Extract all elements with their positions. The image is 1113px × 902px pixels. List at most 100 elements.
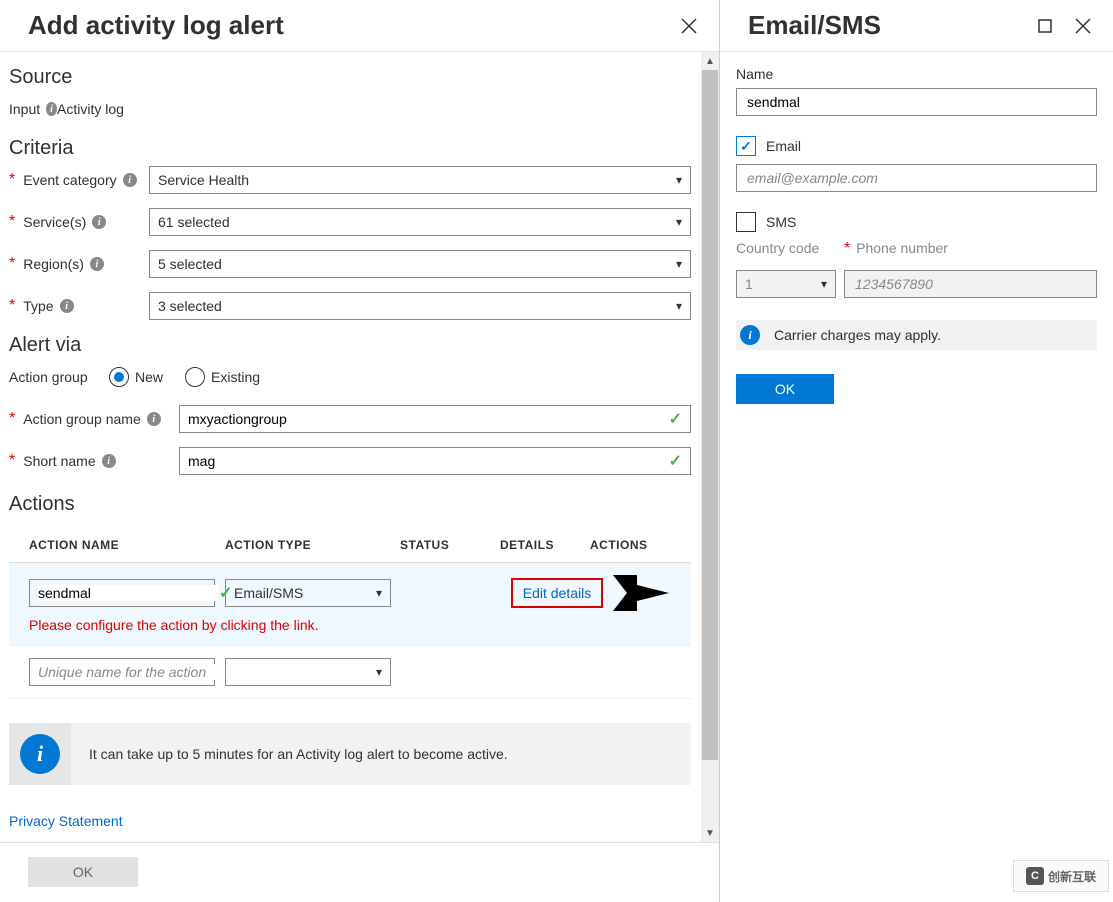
scrollbar-thumb[interactable] [702,70,718,760]
link-text: Edit details [523,585,591,601]
chevron-down-icon: ▾ [676,299,682,313]
services-select[interactable]: 61 selected ▾ [149,208,691,236]
chevron-down-icon: ▾ [821,277,827,291]
radio-new[interactable]: New [109,367,163,387]
event-category-select[interactable]: Service Health ▾ [149,166,691,194]
maximize-icon[interactable] [1033,14,1057,38]
alert-via-heading: Alert via [9,334,691,357]
chevron-down-icon: ▾ [676,173,682,187]
radio-icon [185,367,205,387]
info-icon[interactable]: i [147,412,161,426]
text-input[interactable] [38,585,219,601]
type-label: Type [23,298,53,314]
name-label: Name [736,66,1097,82]
action-name-input[interactable] [29,658,215,686]
text-input[interactable] [188,453,669,469]
info-icon[interactable]: i [90,257,104,271]
required-indicator: * [9,255,15,273]
action-group-name-input[interactable]: ✓ [179,405,691,433]
close-icon[interactable] [677,14,701,38]
info-icon: i [740,325,760,345]
select-value: 61 selected [158,214,230,230]
services-label: Service(s) [23,214,86,230]
text-input[interactable] [188,411,669,427]
actions-heading: Actions [9,493,691,516]
header-details: DETAILS [500,538,590,552]
left-panel-footer: OK [0,842,719,902]
carrier-info-text: Carrier charges may apply. [764,327,941,343]
right-panel-title: Email/SMS [748,10,881,41]
radio-existing[interactable]: Existing [185,367,260,387]
criteria-heading: Criteria [9,137,691,160]
close-icon[interactable] [1071,14,1095,38]
required-indicator: * [9,171,15,189]
phone-number-input [844,270,1097,298]
action-group-label: Action group [9,369,88,385]
regions-select[interactable]: 5 selected ▾ [149,250,691,278]
country-code-label: Country code [736,240,836,258]
regions-label: Region(s) [23,256,84,272]
phone-number-label: Phone number [856,240,948,256]
info-banner-icon-box: i [9,723,71,785]
info-icon[interactable]: i [60,299,74,313]
info-icon[interactable]: i [102,454,116,468]
action-group-name-label: Action group name [23,411,141,427]
ok-button-disabled[interactable]: OK [28,857,138,887]
email-checkbox[interactable] [736,136,756,156]
required-indicator: * [9,410,15,428]
chevron-down-icon: ▾ [676,215,682,229]
action-type-select[interactable]: Email/SMS ▾ [225,579,391,607]
scroll-up-icon[interactable]: ▲ [701,52,719,70]
header-action-type: ACTION TYPE [225,538,400,552]
name-input[interactable] [736,88,1097,116]
carrier-info-banner: i Carrier charges may apply. [736,320,1097,350]
required-indicator: * [844,240,850,257]
sms-checkbox[interactable] [736,212,756,232]
input-value: Activity log [57,101,124,117]
radio-icon [109,367,129,387]
header-status: STATUS [400,538,500,552]
logo-icon: C [1026,867,1044,885]
required-indicator: * [9,297,15,315]
action-type-select[interactable]: ▾ [225,658,391,686]
sms-label: SMS [766,214,796,230]
action-warning-text: Please configure the action by clicking … [29,617,681,633]
left-panel-title: Add activity log alert [28,10,284,41]
info-banner: i It can take up to 5 minutes for an Act… [9,723,691,785]
right-panel-body: Name Email SMS Country code * Phone numb… [720,52,1113,418]
info-banner-icon-box: i [736,320,764,350]
action-row: ▾ [9,646,691,699]
info-banner-text: It can take up to 5 minutes for an Activ… [71,746,526,762]
input-label: Input [9,101,40,117]
select-value: Service Health [158,172,249,188]
type-select[interactable]: 3 selected ▾ [149,292,691,320]
scroll-down-icon[interactable]: ▼ [701,824,719,842]
ok-button[interactable]: OK [736,374,834,404]
radio-label: Existing [211,369,260,385]
chevron-down-icon: ▾ [376,665,382,679]
privacy-statement-link[interactable]: Privacy Statement [9,813,123,829]
left-panel-body: ▲ ▼ Source Input i Activity log Criteria… [0,52,719,842]
text-input[interactable] [38,664,219,680]
info-icon[interactable]: i [123,173,137,187]
actions-table-header: ACTION NAME ACTION TYPE STATUS DETAILS A… [9,522,691,563]
email-input[interactable] [736,164,1097,192]
email-sms-panel: Email/SMS Name Email SMS Country code * [720,0,1113,902]
select-value: 3 selected [158,298,222,314]
event-category-label: Event category [23,172,116,188]
short-name-label: Short name [23,453,95,469]
select-value: Email/SMS [234,585,303,601]
left-panel-header: Add activity log alert [0,0,719,52]
country-code-select[interactable]: 1 ▾ [736,270,836,298]
radio-label: New [135,369,163,385]
validation-check-icon: ✓ [669,409,682,429]
required-indicator: * [9,452,15,470]
scrollbar-track[interactable]: ▲ ▼ [701,52,719,842]
header-action-name: ACTION NAME [29,538,225,552]
info-icon[interactable]: i [92,215,106,229]
short-name-input[interactable]: ✓ [179,447,691,475]
action-name-input[interactable]: ✓ [29,579,215,607]
edit-details-link[interactable]: Edit details [511,578,603,608]
select-value: 5 selected [158,256,222,272]
info-icon[interactable]: i [46,102,57,116]
